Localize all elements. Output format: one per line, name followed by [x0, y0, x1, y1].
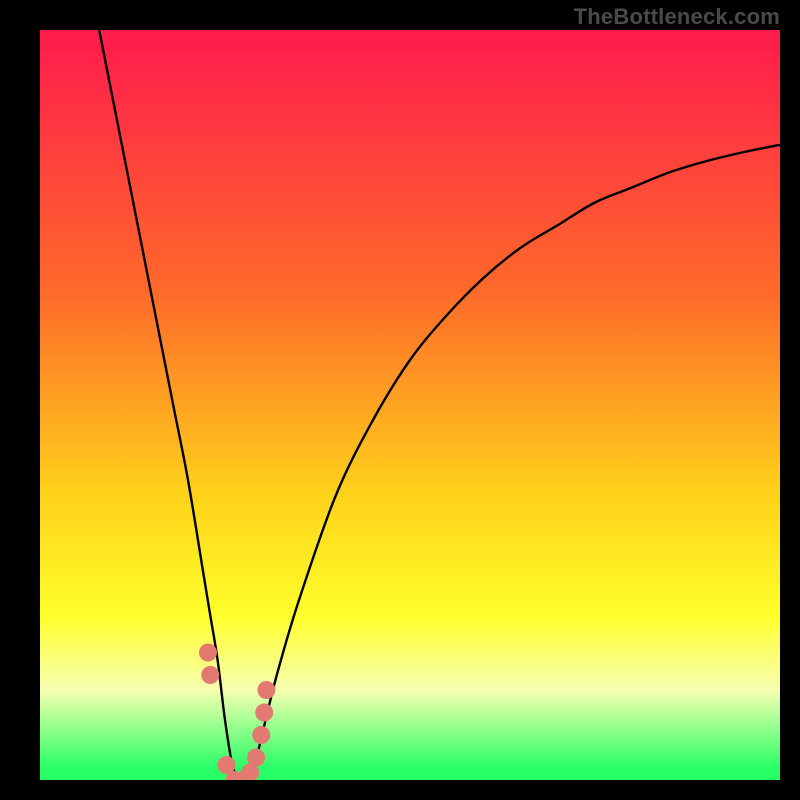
marker-point	[255, 704, 273, 722]
chart-frame: TheBottleneck.com	[0, 0, 800, 800]
highlighted-points	[199, 644, 275, 781]
plot-area	[40, 30, 780, 780]
marker-point	[247, 749, 265, 767]
marker-point	[252, 726, 270, 744]
marker-point	[199, 644, 217, 662]
bottleneck-curve	[40, 30, 780, 780]
curve-line	[99, 30, 780, 780]
marker-point	[201, 666, 219, 684]
marker-point	[257, 681, 275, 699]
watermark-text: TheBottleneck.com	[574, 4, 780, 30]
